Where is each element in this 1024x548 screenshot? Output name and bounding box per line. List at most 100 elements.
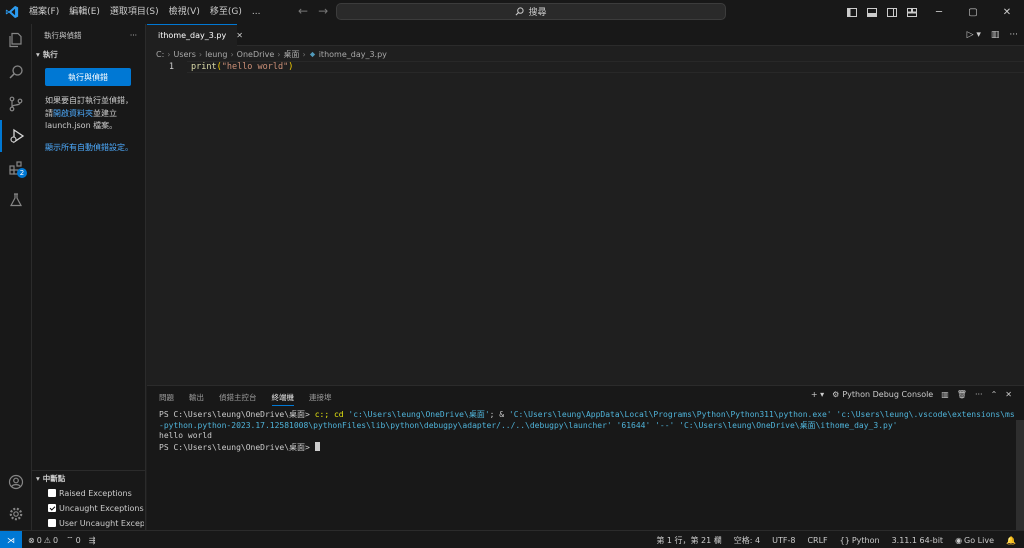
tab-terminal[interactable]: 終端機	[271, 392, 294, 406]
terminal-cursor	[314, 441, 320, 451]
code-line[interactable]: print("hello world")	[191, 62, 293, 72]
explorer-icon[interactable]	[0, 24, 32, 56]
split-terminal-icon[interactable]: ▥	[941, 390, 949, 399]
toggle-secondary-sidebar-icon[interactable]	[882, 0, 902, 24]
python-interpreter[interactable]: 3.11.1 64-bit	[892, 536, 944, 545]
run-and-debug-button[interactable]: 執行與偵錯	[45, 68, 131, 86]
extensions-icon[interactable]: 2	[0, 152, 32, 184]
breadcrumb-item[interactable]: C:	[156, 50, 164, 59]
tab-ports[interactable]: 連接埠	[309, 392, 332, 406]
terminal-prompt: PS C:\Users\leung\OneDrive\桌面>	[159, 442, 315, 452]
error-icon: ⊗	[28, 535, 35, 545]
chevron-right-icon: ›	[198, 49, 203, 59]
breadcrumb-item[interactable]: ithome_day_3.py	[319, 50, 387, 59]
checkbox[interactable]	[48, 489, 56, 497]
extensions-badge: 2	[17, 168, 27, 178]
tab-debug-console[interactable]: 偵錯主控台	[219, 392, 257, 406]
go-live-button[interactable]: ◉ Go Live	[955, 536, 994, 545]
checkbox[interactable]	[48, 504, 56, 512]
cursor-position[interactable]: 第 1 行，第 21 欄	[656, 535, 721, 546]
customize-layout-icon[interactable]	[902, 0, 922, 24]
run-debug-icon[interactable]	[0, 120, 32, 152]
open-folder-link[interactable]: 開啟資料夾	[53, 109, 93, 118]
line-number: 1	[168, 62, 174, 72]
end-of-line[interactable]: CRLF	[807, 536, 827, 545]
chevron-right-icon: ›	[230, 49, 234, 59]
breakpoint-uncaught-exceptions[interactable]: Uncaught Exceptions	[48, 501, 144, 515]
tab-label: ithome_day_3.py	[158, 31, 227, 40]
breadcrumb-item[interactable]: OneDrive	[237, 50, 275, 59]
tab-ithome-day-3[interactable]: ithome_day_3.py ✕	[147, 24, 243, 46]
terminal-scrollbar[interactable]	[1016, 420, 1024, 530]
testing-flask-icon[interactable]	[0, 184, 32, 216]
source-control-icon[interactable]	[0, 88, 32, 120]
run-section-label: 執行	[42, 49, 58, 59]
code-editor[interactable]: 1 print("hello world")	[147, 60, 1024, 385]
breakpoint-user-uncaught-exceptions[interactable]: User Uncaught Exceptions	[48, 516, 144, 530]
menu-go[interactable]: 移至(G)	[205, 0, 247, 24]
close-tab-icon[interactable]: ✕	[236, 31, 243, 40]
sidebar-more-icon[interactable]: ···	[130, 31, 137, 40]
language-mode[interactable]: {} Python	[840, 536, 880, 545]
new-terminal-icon[interactable]: + ▾	[811, 390, 824, 399]
ports-status[interactable]: ⌔ 0	[66, 535, 81, 545]
breadcrumb-item[interactable]: leung	[205, 50, 227, 59]
command-center-search[interactable]: 搜尋	[336, 3, 726, 20]
breadcrumb-item[interactable]: 桌面	[284, 49, 300, 60]
maximize-panel-chevron-up-icon[interactable]: ⌃	[991, 390, 998, 399]
launch-json-hint: 如果要自訂執行並偵錯，請開啟資料夾並建立 launch.json 檔案。	[45, 95, 135, 133]
tab-output[interactable]: 輸出	[189, 392, 204, 406]
nav-forward-icon[interactable]: →	[318, 4, 328, 18]
ports-count: 0	[75, 535, 81, 545]
problems-status[interactable]: ⊗ 0 ⚠ 0	[28, 536, 58, 545]
run-section-header[interactable]: ▾ 執行	[32, 46, 145, 62]
editor-tab-bar: ithome_day_3.py ✕ ▷ ▾ ▥ ···	[147, 24, 1024, 46]
tab-problems[interactable]: 問題	[159, 392, 174, 406]
debug-launch-icon[interactable]: ⇶	[89, 536, 96, 545]
split-editor-icon[interactable]: ▥	[991, 30, 1000, 40]
indentation[interactable]: 空格: 4	[734, 535, 760, 546]
menu-selection[interactable]: 選取項目(S)	[105, 0, 164, 24]
menu-edit[interactable]: 編輯(E)	[64, 0, 105, 24]
warning-count: 0	[52, 535, 59, 545]
minimize-icon[interactable]: ─	[922, 0, 956, 24]
terminal-prompt: PS C:\Users\leung\OneDrive\桌面>	[159, 410, 315, 419]
braces-icon: {}	[839, 535, 850, 545]
chevron-down-icon: ▾	[36, 474, 40, 483]
remote-window-icon[interactable]: ⋊	[0, 531, 22, 548]
chevron-right-icon: ›	[167, 49, 171, 59]
breakpoint-raised-exceptions[interactable]: Raised Exceptions	[48, 486, 144, 500]
nav-back-icon[interactable]: ←	[298, 4, 308, 18]
chevron-right-icon: ›	[277, 49, 281, 59]
close-panel-icon[interactable]: ✕	[1005, 390, 1012, 399]
breadcrumb-item[interactable]: Users	[173, 50, 195, 59]
menu-file[interactable]: 檔案(F)	[24, 0, 64, 24]
search-icon	[516, 7, 525, 16]
breakpoint-label: Uncaught Exceptions	[59, 503, 144, 513]
maximize-icon[interactable]: ▢	[956, 0, 990, 24]
terminal-selector[interactable]: ⚙ Python Debug Console	[832, 390, 933, 399]
activity-bar: 2	[0, 24, 32, 530]
breakpoints-section-header[interactable]: ▾ 中斷點	[32, 470, 146, 486]
close-window-icon[interactable]: ✕	[990, 0, 1024, 24]
show-all-debug-configs-link[interactable]: 顯示所有自動偵錯設定。	[45, 142, 135, 155]
run-python-file-icon[interactable]: ▷ ▾	[967, 30, 981, 40]
warning-icon: ⚠	[43, 535, 51, 545]
more-actions-icon[interactable]: ···	[1009, 30, 1018, 40]
account-icon[interactable]	[0, 466, 32, 498]
more-actions-icon[interactable]: ···	[975, 390, 983, 399]
toggle-primary-sidebar-icon[interactable]	[842, 0, 862, 24]
current-line-highlight	[187, 61, 1024, 73]
code-function: print	[191, 62, 217, 72]
checkbox[interactable]	[48, 519, 56, 527]
encoding[interactable]: UTF-8	[772, 536, 795, 545]
search-view-icon[interactable]	[0, 56, 32, 88]
panel-tabs: 問題 輸出 偵錯主控台 終端機 連接埠	[159, 392, 332, 406]
manage-gear-icon[interactable]	[0, 498, 32, 530]
menu-more[interactable]: ...	[247, 0, 266, 24]
menu-view[interactable]: 檢視(V)	[164, 0, 205, 24]
toggle-panel-icon[interactable]	[862, 0, 882, 24]
kill-terminal-trash-icon[interactable]: 🗑	[957, 390, 967, 399]
notifications-bell-icon[interactable]: 🔔	[1006, 536, 1016, 545]
terminal-output[interactable]: PS C:\Users\leung\OneDrive\桌面> c:; cd 'c…	[159, 410, 1019, 453]
